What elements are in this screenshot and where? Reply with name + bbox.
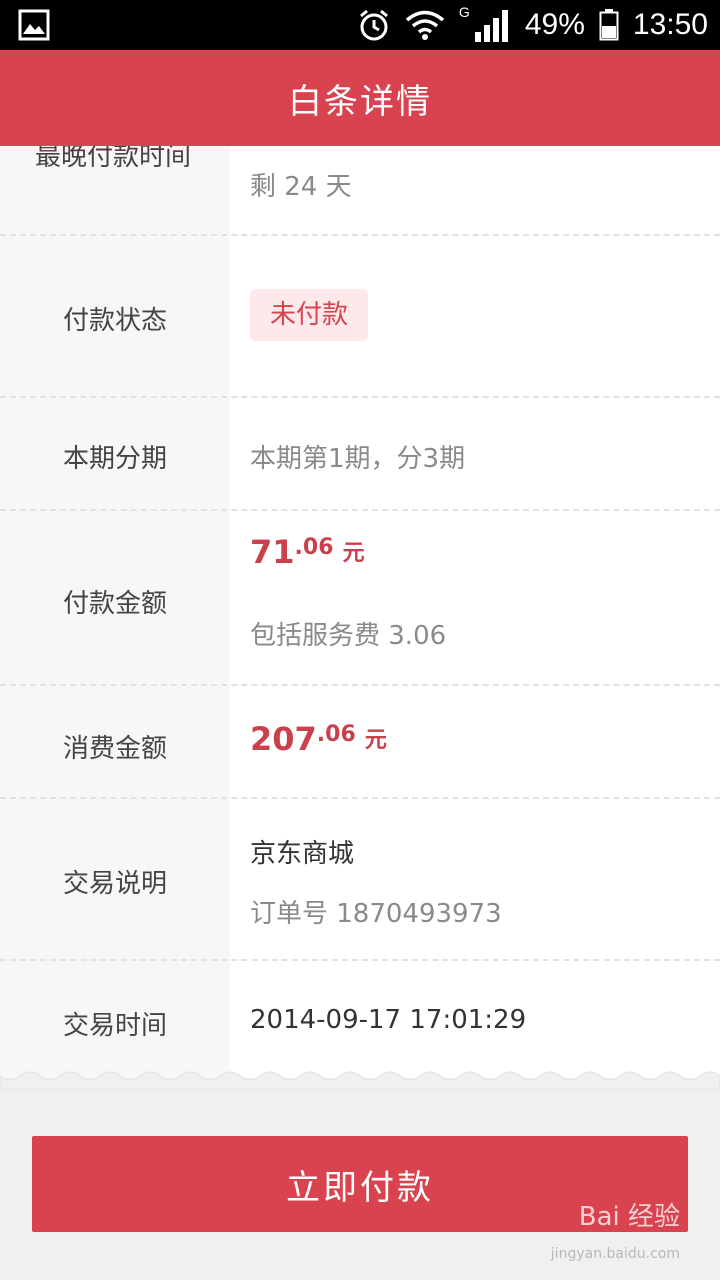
service-fee-note: 包括服务费 3.06 (250, 621, 447, 651)
watermark-logo: Bai 经验 (578, 1202, 680, 1232)
status-bar: G 49% 13:50 (0, 0, 720, 50)
status-badge: 未付款 (250, 289, 369, 341)
wifi-icon (405, 10, 444, 40)
payment-amount: 71.06 元 (250, 533, 365, 571)
signal-type: G (458, 4, 470, 20)
row-value: 本期第1期，分3期 (250, 444, 466, 474)
consumption-amount: 207.06 元 (250, 720, 387, 758)
amount-unit: 元 (342, 541, 365, 566)
battery-icon (599, 9, 619, 41)
page-title: 白条详情 (288, 81, 432, 122)
row-label: 交易时间 (62, 1011, 167, 1041)
row-value: 剩 24 天 (250, 172, 352, 202)
detail-list: 最晚付款时间 剩 24 天 付款状态 未付款 本期分期 本期第1期，分3期 付款… (0, 146, 720, 1078)
list-item: 付款金额 71.06 元 包括服务费 3.06 (0, 511, 720, 683)
amount-unit: 元 (364, 728, 387, 753)
receipt-wave-edge (0, 1071, 720, 1090)
signal-icon: G (459, 4, 511, 42)
row-label: 最晚付款时间 (34, 146, 191, 172)
list-item: 消费金额 207.06 元 (0, 686, 720, 798)
clock: 13:50 (632, 8, 708, 41)
list-item: 本期分期 本期第1期，分3期 (0, 398, 720, 510)
transaction-time: 2014-09-17 17:01:29 (250, 1005, 527, 1035)
amount-integer: 207 (250, 720, 317, 758)
list-item: 交易说明 京东商城 订单号 1870493973 (0, 799, 720, 959)
list-item: 最晚付款时间 剩 24 天 (0, 146, 720, 234)
row-label: 消费金额 (62, 734, 167, 764)
amount-decimal: .06 (316, 722, 356, 747)
row-label: 付款状态 (62, 306, 167, 336)
row-label: 付款金额 (62, 589, 167, 619)
list-item: 交易时间 2014-09-17 17:01:29 (0, 961, 720, 1077)
gallery-icon (18, 9, 50, 41)
pay-now-label: 立即付款 (286, 1167, 434, 1208)
alarm-icon (359, 9, 388, 41)
watermark-url: jingyan.baidu.com (550, 1246, 680, 1262)
merchant-name: 京东商城 (250, 839, 355, 869)
row-label: 本期分期 (62, 444, 167, 474)
order-number: 订单号 1870493973 (250, 899, 502, 929)
app-header: 白条详情 (0, 50, 720, 146)
list-item: 付款状态 未付款 (0, 236, 720, 396)
row-label: 交易说明 (62, 869, 167, 899)
amount-integer: 71 (250, 533, 295, 571)
battery-percent: 49% (524, 8, 585, 41)
amount-decimal: .06 (294, 535, 334, 560)
